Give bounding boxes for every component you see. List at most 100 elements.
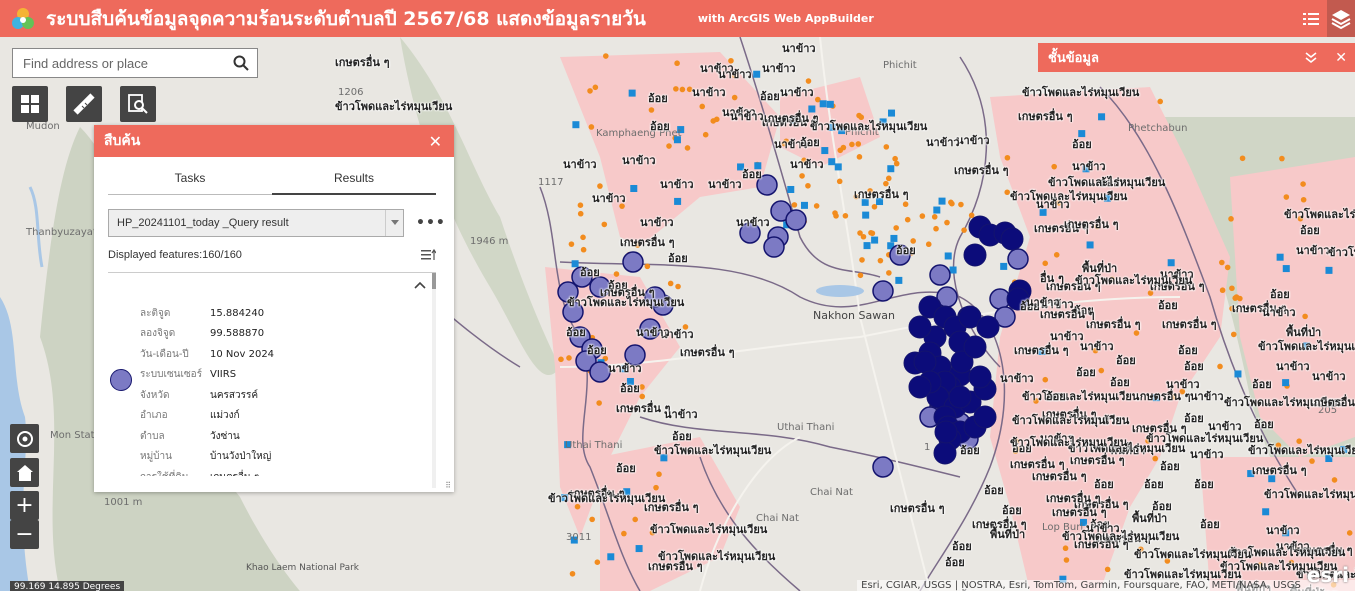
landuse-label: เกษตรอื่น ๆ bbox=[1040, 308, 1095, 321]
hotspot-marker[interactable] bbox=[963, 335, 987, 359]
attribute-key: วัน-เดือน-ปี bbox=[140, 348, 189, 360]
landuse-label: อ้อย bbox=[1152, 500, 1172, 513]
hotspot-marker[interactable] bbox=[1000, 227, 1024, 251]
blue-point bbox=[1282, 265, 1290, 273]
search-box[interactable] bbox=[12, 48, 258, 78]
orange-point bbox=[1300, 196, 1307, 203]
attribute-key: อำเภอ bbox=[140, 410, 168, 422]
locate-button[interactable] bbox=[10, 424, 39, 453]
layers-icon[interactable] bbox=[1327, 0, 1355, 37]
landuse-label: นาข้าว bbox=[640, 216, 674, 229]
hotspot-marker[interactable] bbox=[908, 315, 932, 339]
list-icon[interactable] bbox=[1295, 0, 1327, 37]
landuse-label: เกษตรอื่น ๆ bbox=[648, 560, 703, 573]
hotspot-marker[interactable] bbox=[934, 420, 958, 444]
blue-point bbox=[1282, 379, 1290, 387]
blue-point bbox=[1234, 370, 1242, 378]
blue-point bbox=[800, 201, 808, 209]
landuse-label: อ้อย bbox=[1252, 378, 1272, 391]
landuse-label: อ้อย bbox=[1184, 360, 1204, 373]
landuse-label: นาข้าว bbox=[956, 134, 990, 147]
tab-results[interactable]: Results bbox=[272, 171, 436, 195]
home-button[interactable] bbox=[10, 458, 39, 487]
blue-point bbox=[949, 266, 957, 274]
hotspot-marker[interactable] bbox=[1007, 248, 1029, 270]
landuse-label: นาข้าว bbox=[1000, 372, 1034, 385]
landuse-label: อ้อย bbox=[742, 168, 762, 181]
hotspot-marker[interactable] bbox=[908, 375, 932, 399]
orange-point bbox=[885, 175, 892, 182]
orange-point bbox=[933, 225, 939, 232]
orange-point bbox=[868, 229, 874, 236]
hotspot-marker[interactable] bbox=[589, 361, 611, 383]
orange-point bbox=[925, 241, 932, 248]
chevron-up-icon[interactable] bbox=[414, 281, 426, 289]
hotspot-marker[interactable] bbox=[948, 385, 972, 409]
hotspot-marker[interactable] bbox=[913, 350, 937, 374]
chevron-double-down-icon[interactable] bbox=[1305, 51, 1317, 64]
more-options-icon[interactable]: ••• bbox=[416, 215, 446, 231]
hotspot-marker[interactable] bbox=[929, 264, 951, 286]
scrollbar-thumb[interactable] bbox=[432, 273, 436, 289]
landuse-label: ข้าวโพดและไร่หมุนเวียน bbox=[1328, 246, 1355, 259]
blue-point bbox=[944, 252, 952, 260]
measure-button[interactable] bbox=[66, 86, 102, 122]
tab-tasks[interactable]: Tasks bbox=[108, 171, 272, 195]
scrollbar[interactable] bbox=[432, 273, 436, 488]
hotspot-marker[interactable] bbox=[963, 243, 987, 267]
hotspot-marker[interactable] bbox=[973, 405, 997, 429]
orange-point bbox=[949, 200, 955, 207]
hotspot-marker[interactable] bbox=[933, 441, 957, 465]
zoom-in-button[interactable]: + bbox=[10, 491, 39, 520]
attribute-row: ลองจิจูด 99.588870 bbox=[140, 324, 428, 345]
orange-point bbox=[799, 173, 805, 179]
landuse-label: นาข้าว bbox=[718, 68, 752, 81]
query-button[interactable] bbox=[120, 86, 156, 122]
landuse-label: อ้อย bbox=[616, 462, 636, 475]
hotspot-marker[interactable] bbox=[763, 236, 785, 258]
displayed-features-count: Displayed features:160/160 bbox=[108, 249, 242, 261]
orange-point bbox=[931, 214, 938, 220]
orange-point bbox=[644, 263, 651, 270]
blue-point bbox=[862, 211, 870, 219]
close-icon[interactable]: ✕ bbox=[1335, 50, 1347, 66]
query-panel-header: สืบค้น ✕ bbox=[94, 125, 454, 157]
hotspot-marker[interactable] bbox=[976, 315, 1000, 339]
export-icon[interactable] bbox=[420, 247, 436, 263]
landuse-label: ข้าวโพดและไร่หมุนเวียน bbox=[1048, 176, 1166, 189]
landuse-label: ข้าวโพดและไร่หมุนเวียน bbox=[1012, 414, 1130, 427]
landuse-label: นาข้าว bbox=[1036, 198, 1070, 211]
map-place-label: 1946 m bbox=[470, 236, 509, 247]
blue-point bbox=[674, 197, 682, 205]
resize-grip-icon[interactable]: ⠿ bbox=[445, 481, 451, 490]
hotspot-marker[interactable] bbox=[622, 251, 644, 273]
search-input[interactable] bbox=[13, 55, 223, 71]
orange-point bbox=[592, 84, 599, 91]
result-layer-select[interactable]: HP_20241101_today _Query result bbox=[108, 209, 404, 237]
ruler-icon bbox=[73, 93, 95, 115]
orange-point bbox=[679, 86, 686, 93]
hotspot-marker[interactable] bbox=[785, 209, 807, 231]
orange-point bbox=[648, 107, 655, 113]
landuse-label: อ้อย bbox=[960, 444, 980, 457]
blue-point bbox=[1325, 266, 1333, 274]
orange-point bbox=[1051, 163, 1057, 170]
landuse-label: ข้าวโพดและไร่หมุนเวียน bbox=[1248, 444, 1355, 457]
landuse-label: อ้อย bbox=[800, 136, 820, 149]
landuse-label: อ้อย bbox=[760, 90, 780, 103]
map-attribution: Esri, CGIAR, USGS | NOSTRA, Esri, TomTom… bbox=[857, 565, 1355, 591]
grid-button[interactable] bbox=[12, 86, 48, 122]
landuse-label: นาข้าว bbox=[1190, 448, 1224, 461]
search-icon[interactable] bbox=[233, 55, 249, 71]
map-place-label: Khao Laem National Park bbox=[246, 563, 359, 573]
close-icon[interactable]: ✕ bbox=[429, 132, 442, 151]
orange-point bbox=[1063, 557, 1070, 563]
hotspot-marker[interactable] bbox=[872, 456, 894, 478]
hotspot-marker[interactable] bbox=[968, 365, 992, 389]
landuse-label: นาข้าว bbox=[1190, 390, 1224, 403]
zoom-out-button[interactable]: − bbox=[10, 520, 39, 549]
chevron-down-icon[interactable] bbox=[385, 210, 403, 236]
orange-point bbox=[588, 124, 595, 130]
coordinate-readout: 99.169 14.895 Degrees bbox=[10, 581, 125, 591]
hotspot-marker[interactable] bbox=[872, 280, 894, 302]
